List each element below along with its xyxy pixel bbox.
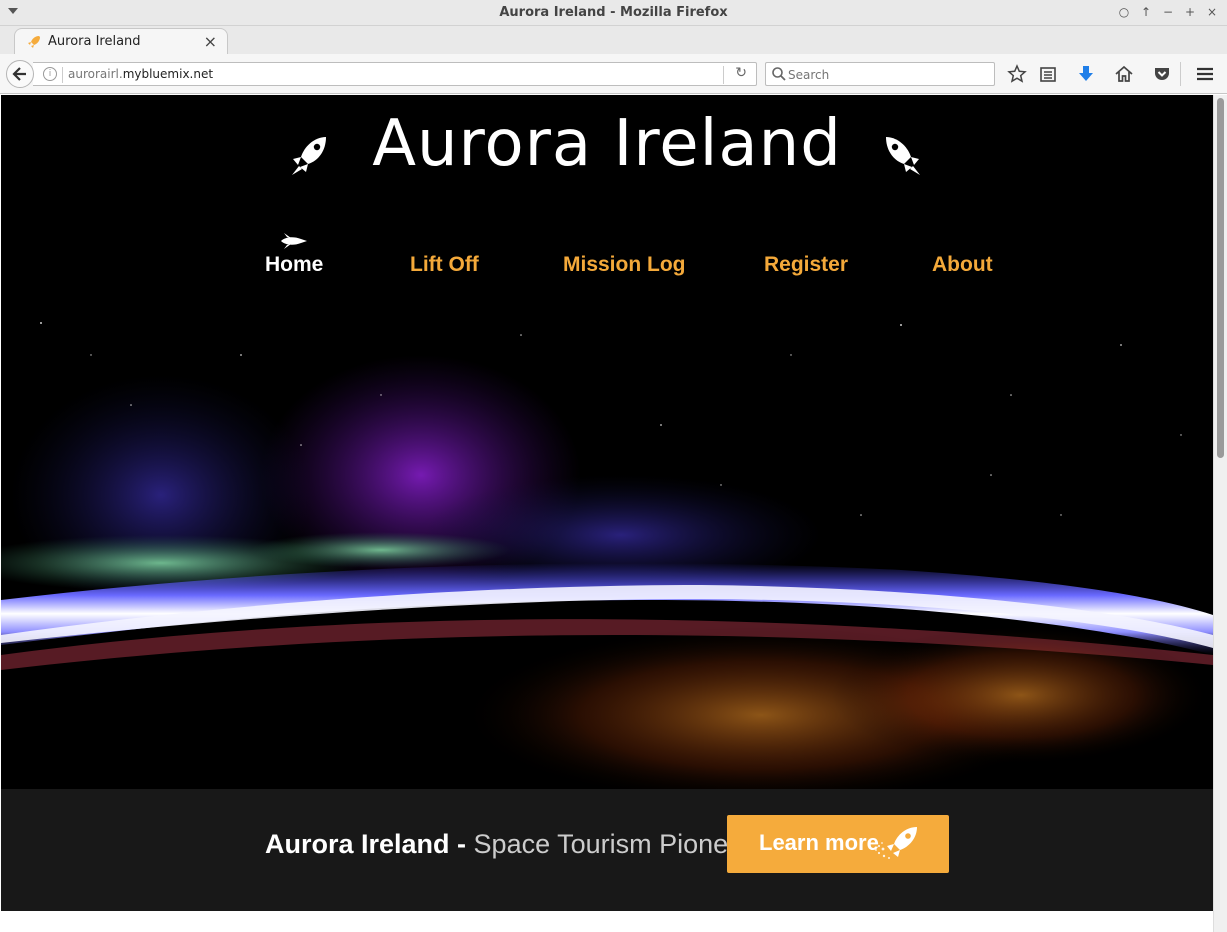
tab-strip: Aurora Ireland × +: [0, 26, 1227, 78]
window-titlebar: Aurora Ireland - Mozilla Firefox ○ ↑ − +…: [0, 0, 1227, 26]
search-icon: [772, 67, 786, 81]
reload-icon[interactable]: ↻: [735, 65, 747, 81]
url-separator-2: [723, 66, 724, 84]
search-input[interactable]: [788, 66, 988, 83]
scrollbar-thumb[interactable]: [1217, 98, 1224, 458]
url-bar[interactable]: i aurorairl.mybluemix.net ↻: [33, 62, 757, 86]
nav-about[interactable]: About: [932, 253, 993, 277]
aurora-hero-image: [1, 95, 1213, 789]
url-text[interactable]: aurorairl.mybluemix.net: [68, 67, 213, 81]
page-scrollbar[interactable]: [1213, 95, 1227, 932]
tab-close-icon[interactable]: ×: [204, 32, 217, 51]
active-nav-shuttle-icon: [281, 233, 307, 249]
toolbar-separator: [1180, 62, 1181, 86]
window-maximize-icon[interactable]: +: [1182, 4, 1198, 20]
url-domain: mybluemix.net: [122, 67, 214, 81]
learn-more-label: Learn more: [759, 830, 879, 855]
pocket-icon[interactable]: [1152, 64, 1172, 84]
nav-home[interactable]: Home: [265, 253, 323, 277]
nav-lift-off[interactable]: Lift Off: [410, 253, 479, 277]
rocket-launch-icon: [875, 827, 917, 859]
navigation-toolbar: i aurorairl.mybluemix.net ↻: [0, 54, 1227, 94]
hero-banner: Aurora Ireland - Space Tourism Pioneers …: [1, 789, 1213, 911]
url-subdomain: aurorairl.: [68, 67, 123, 81]
rocket-favicon-icon: [28, 36, 40, 48]
downloads-icon[interactable]: [1076, 64, 1096, 84]
search-box[interactable]: [765, 62, 995, 86]
home-icon[interactable]: [1114, 64, 1134, 84]
learn-more-button[interactable]: Learn more: [727, 815, 949, 873]
main-nav: Home Lift Off Mission Log Register About: [1, 253, 1213, 289]
tab-aurora-ireland[interactable]: Aurora Ireland ×: [14, 28, 228, 55]
page-viewport: Aurora Ireland Home Lift Off Mission Log…: [1, 95, 1213, 932]
nav-register[interactable]: Register: [764, 253, 848, 277]
banner-separator: -: [449, 829, 474, 859]
page-below-fold: [1, 911, 1213, 932]
window-close-icon[interactable]: ×: [1204, 4, 1220, 20]
window-up-icon[interactable]: ↑: [1138, 4, 1154, 20]
nav-mission-log[interactable]: Mission Log: [563, 253, 686, 277]
back-button[interactable]: [6, 60, 34, 88]
banner-brand: Aurora Ireland: [265, 829, 450, 859]
banner-text: Aurora Ireland - Space Tourism Pioneers: [265, 829, 766, 860]
tab-label: Aurora Ireland: [48, 34, 141, 49]
back-arrow-icon: [12, 67, 26, 81]
banner-tagline: Space Tourism Pioneers: [473, 829, 766, 859]
site-title: Aurora Ireland: [372, 107, 842, 181]
window-title: Aurora Ireland - Mozilla Firefox: [499, 5, 728, 20]
window-restore-icon[interactable]: ○: [1116, 4, 1132, 20]
bookmarks-menu-icon[interactable]: [1038, 64, 1058, 84]
site-info-icon[interactable]: i: [43, 67, 57, 81]
url-separator: [62, 67, 63, 83]
bookmark-star-icon[interactable]: [1007, 64, 1027, 84]
window-minimize-icon[interactable]: −: [1160, 4, 1176, 20]
hamburger-menu-icon[interactable]: [1195, 64, 1215, 84]
title-rocket-right-icon: [886, 137, 920, 175]
